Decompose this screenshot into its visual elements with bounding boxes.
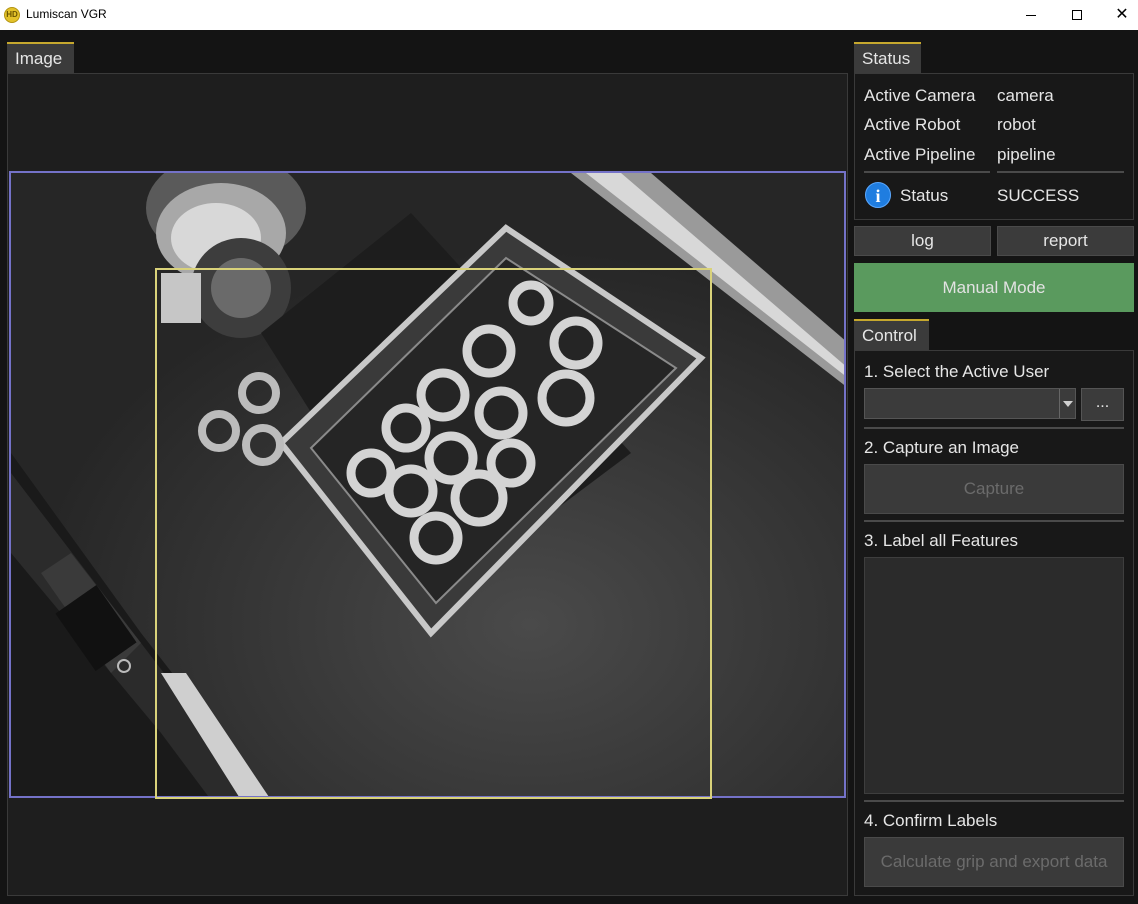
info-icon: i	[865, 182, 891, 208]
capture-button[interactable]: Capture	[864, 464, 1124, 514]
close-button[interactable]: ✕	[1099, 0, 1138, 30]
app-logo-icon: HD	[4, 7, 20, 23]
active-camera-label: Active Camera	[864, 86, 976, 105]
region-of-interest-box[interactable]	[155, 268, 712, 799]
separator	[997, 171, 1124, 173]
minimize-icon	[1026, 14, 1036, 16]
step1-label: 1. Select the Active User	[864, 362, 1050, 381]
report-button[interactable]: report	[997, 226, 1134, 256]
status-value: SUCCESS	[997, 186, 1080, 205]
chevron-down-icon[interactable]	[1059, 389, 1075, 418]
calculate-export-button[interactable]: Calculate grip and export data	[864, 837, 1124, 887]
window-title: Lumiscan VGR	[26, 7, 107, 21]
title-bar: HD Lumiscan VGR ✕	[0, 0, 1138, 30]
maximize-icon	[1072, 10, 1082, 20]
active-pipeline-label: Active Pipeline	[864, 145, 976, 164]
step4-label: 4. Confirm Labels	[864, 811, 998, 830]
active-camera-value: camera	[997, 86, 1054, 105]
separator	[864, 800, 1124, 802]
step3-label: 3. Label all Features	[864, 531, 1019, 550]
separator	[864, 171, 990, 173]
status-label: Status	[900, 186, 949, 205]
separator	[864, 520, 1124, 522]
browse-user-button[interactable]: ...	[1081, 388, 1124, 421]
log-button[interactable]: log	[854, 226, 991, 256]
active-pipeline-value: pipeline	[997, 145, 1056, 164]
step2-label: 2. Capture an Image	[864, 438, 1019, 457]
manual-mode-button[interactable]: Manual Mode	[854, 263, 1134, 312]
minimize-button[interactable]	[1008, 0, 1054, 30]
features-list[interactable]	[864, 557, 1124, 794]
tab-image[interactable]: Image	[7, 42, 74, 73]
maximize-button[interactable]	[1054, 0, 1100, 30]
separator	[864, 427, 1124, 429]
active-robot-value: robot	[997, 115, 1036, 134]
active-user-select[interactable]	[864, 388, 1076, 419]
tab-control[interactable]: Control	[854, 319, 929, 350]
active-robot-label: Active Robot	[864, 115, 961, 134]
tab-status[interactable]: Status	[854, 42, 921, 73]
close-icon: ✕	[1115, 6, 1129, 23]
